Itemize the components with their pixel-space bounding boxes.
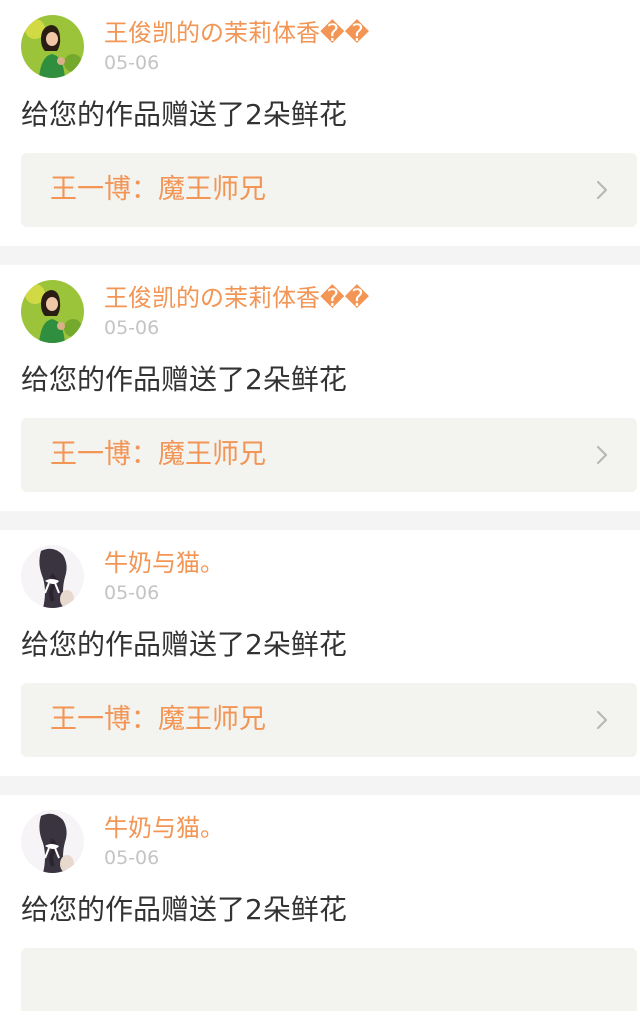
notification-card: 牛奶与猫。 05-06 给您的作品赠送了2朵鲜花 xyxy=(0,795,640,1011)
notification-message: 给您的作品赠送了2朵鲜花 xyxy=(21,628,347,661)
work-title: 王一博：魔王师兄 xyxy=(50,174,266,205)
user-avatar[interactable] xyxy=(21,545,84,608)
work-title: 王一博：魔王师兄 xyxy=(50,439,266,470)
username[interactable]: 牛奶与猫。 xyxy=(104,546,224,580)
notification-message: 给您的作品赠送了2朵鲜花 xyxy=(21,363,347,396)
timestamp: 05-06 xyxy=(104,317,160,339)
braided-hair-avatar-icon xyxy=(21,545,84,608)
work-link[interactable]: 王一博：魔王师兄 xyxy=(21,683,637,757)
braided-hair-avatar-icon xyxy=(21,810,84,873)
timestamp: 05-06 xyxy=(104,847,160,869)
chevron-right-icon xyxy=(596,445,608,465)
woman-green-avatar-icon xyxy=(21,15,84,78)
notification-card: 王俊凯的の茉莉体香�� 05-06 给您的作品赠送了2朵鲜花 王一博：魔王师兄 xyxy=(0,0,640,246)
work-link[interactable]: 王一博：魔王师兄 xyxy=(21,418,637,492)
notification-message: 给您的作品赠送了2朵鲜花 xyxy=(21,893,347,926)
user-avatar[interactable] xyxy=(21,810,84,873)
chevron-right-icon xyxy=(596,180,608,200)
work-link[interactable] xyxy=(21,948,637,1011)
username[interactable]: 王俊凯的の茉莉体香�� xyxy=(104,281,369,315)
timestamp: 05-06 xyxy=(104,582,160,604)
notification-card: 牛奶与猫。 05-06 给您的作品赠送了2朵鲜花 王一博：魔王师兄 xyxy=(0,530,640,776)
user-avatar[interactable] xyxy=(21,15,84,78)
work-link[interactable]: 王一博：魔王师兄 xyxy=(21,153,637,227)
woman-green-avatar-icon xyxy=(21,280,84,343)
notification-message: 给您的作品赠送了2朵鲜花 xyxy=(21,98,347,131)
username[interactable]: 牛奶与猫。 xyxy=(104,811,224,845)
work-title: 王一博：魔王师兄 xyxy=(50,704,266,735)
chevron-right-icon xyxy=(596,710,608,730)
timestamp: 05-06 xyxy=(104,52,160,74)
notification-feed: 王俊凯的の茉莉体香�� 05-06 给您的作品赠送了2朵鲜花 王一博：魔王师兄 … xyxy=(0,0,640,1011)
user-avatar[interactable] xyxy=(21,280,84,343)
username[interactable]: 王俊凯的の茉莉体香�� xyxy=(104,16,369,50)
notification-card: 王俊凯的の茉莉体香�� 05-06 给您的作品赠送了2朵鲜花 王一博：魔王师兄 xyxy=(0,265,640,511)
